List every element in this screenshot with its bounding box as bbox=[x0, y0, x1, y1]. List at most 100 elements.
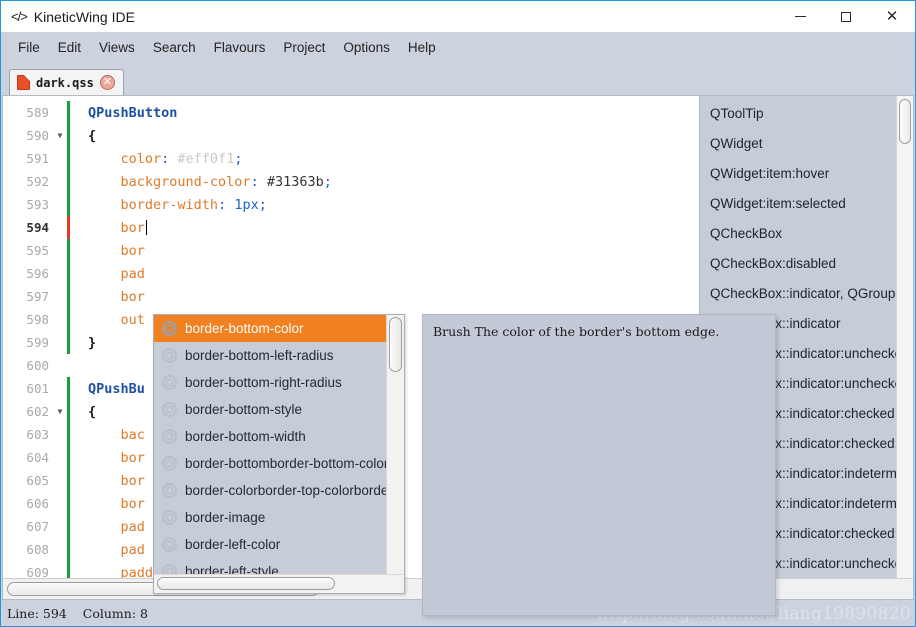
gear-icon bbox=[162, 537, 177, 552]
autocomplete-item-label: border-bottom-right-radius bbox=[185, 375, 342, 390]
line-number: 591 bbox=[26, 151, 49, 166]
menu-item-options[interactable]: Options bbox=[334, 37, 399, 58]
autocomplete-item-label: border-colorborder-top-colorborder bbox=[185, 483, 387, 498]
title-bar-left: </> KineticWing IDE bbox=[1, 9, 135, 25]
autocomplete-item[interactable]: border-image bbox=[154, 504, 387, 531]
autocomplete-horizontal-scrollbar[interactable] bbox=[154, 574, 404, 593]
menu-item-help[interactable]: Help bbox=[399, 37, 445, 58]
documentation-tooltip: Brush The color of the border's bottom e… bbox=[422, 314, 776, 616]
code-text: QPushButton bbox=[88, 104, 178, 121]
menu-bar: File Edit Views Search Flavours Project Option… bbox=[1, 32, 915, 63]
line-number: 599 bbox=[26, 335, 49, 350]
autocomplete-item[interactable]: border-bottom-width bbox=[154, 423, 387, 450]
autocomplete-vscroll-thumb[interactable] bbox=[389, 317, 402, 372]
selector-list-item[interactable]: QWidget:item:hover bbox=[700, 159, 897, 189]
line-number: 609 bbox=[26, 565, 49, 578]
change-marker bbox=[67, 354, 70, 377]
line-number: 601 bbox=[26, 381, 49, 396]
code-line: 591 color: #eff0f1; bbox=[3, 147, 699, 170]
gear-icon bbox=[162, 510, 177, 525]
selector-vertical-scrollbar[interactable] bbox=[896, 96, 913, 578]
selector-list-item[interactable]: QToolTip bbox=[700, 99, 897, 129]
code-line: 592 background-color: #31363b; bbox=[3, 170, 699, 193]
menu-item-project[interactable]: Project bbox=[274, 37, 334, 58]
code-text: pad bbox=[88, 518, 145, 535]
code-line: 589 QPushButton bbox=[3, 101, 699, 124]
autocomplete-vertical-scrollbar[interactable] bbox=[386, 315, 404, 574]
close-button[interactable]: ✕ bbox=[869, 1, 915, 32]
gear-icon bbox=[162, 564, 177, 574]
selector-list-item[interactable]: QCheckBox:disabled bbox=[700, 249, 897, 279]
code-line: 595 bor bbox=[3, 239, 699, 262]
gear-icon bbox=[162, 321, 177, 336]
editor-tab-dark-qss[interactable]: dark.qss ✕ bbox=[9, 69, 124, 95]
line-number: 602 bbox=[26, 404, 49, 419]
line-number: 594 bbox=[26, 220, 49, 235]
selector-list-item[interactable]: QWidget:item:selected bbox=[700, 189, 897, 219]
code-text: pad bbox=[88, 265, 145, 282]
autocomplete-item[interactable]: border-left-style bbox=[154, 558, 387, 574]
gear-icon bbox=[162, 402, 177, 417]
fold-marker-icon[interactable]: ▼ bbox=[53, 407, 67, 416]
text-caret bbox=[145, 219, 147, 235]
code-line: 596 pad bbox=[3, 262, 699, 285]
autocomplete-popup[interactable]: border-bottom-color border-bottom-left-ra… bbox=[153, 314, 405, 594]
autocomplete-item-label: border-left-style bbox=[185, 564, 279, 574]
menu-item-views[interactable]: Views bbox=[90, 37, 144, 58]
menu-item-file[interactable]: File bbox=[9, 37, 49, 58]
menu-item-search[interactable]: Search bbox=[144, 37, 205, 58]
autocomplete-item[interactable]: border-bottom-color bbox=[154, 315, 387, 342]
code-line: 594 bor bbox=[3, 216, 699, 239]
line-number: 603 bbox=[26, 427, 49, 442]
autocomplete-item[interactable]: border-colorborder-top-colorborder bbox=[154, 477, 387, 504]
minimize-button[interactable] bbox=[777, 1, 823, 32]
maximize-button[interactable] bbox=[823, 1, 869, 32]
code-line: 590 ▼ { bbox=[3, 124, 699, 147]
line-number: 597 bbox=[26, 289, 49, 304]
autocomplete-item[interactable]: border-bottom-left-radius bbox=[154, 342, 387, 369]
code-text: color: #eff0f1; bbox=[88, 150, 243, 167]
tab-bar: dark.qss ✕ bbox=[1, 63, 915, 95]
tab-label: dark.qss bbox=[36, 75, 94, 90]
fold-marker-icon[interactable]: ▼ bbox=[53, 131, 67, 140]
line-number: 604 bbox=[26, 450, 49, 465]
autocomplete-hscroll-thumb[interactable] bbox=[157, 577, 335, 590]
code-text: { bbox=[88, 127, 97, 144]
autocomplete-item[interactable]: border-bottom-style bbox=[154, 396, 387, 423]
autocomplete-item-label: border-image bbox=[185, 510, 266, 525]
autocomplete-item[interactable]: border-bottomborder-bottom-color bbox=[154, 450, 387, 477]
line-number: 590 bbox=[26, 128, 49, 143]
code-text: } bbox=[88, 334, 97, 351]
autocomplete-item-label: border-bottom-left-radius bbox=[185, 348, 334, 363]
menu-item-flavours[interactable]: Flavours bbox=[205, 37, 275, 58]
code-text: QPushBu bbox=[88, 380, 145, 397]
code-text: pad bbox=[88, 541, 145, 558]
line-number: 608 bbox=[26, 542, 49, 557]
autocomplete-item-label: border-bottom-width bbox=[185, 429, 306, 444]
tab-close-icon[interactable]: ✕ bbox=[99, 75, 115, 90]
selector-list-item[interactable]: QCheckBox bbox=[700, 219, 897, 249]
menu-item-edit[interactable]: Edit bbox=[49, 37, 90, 58]
status-column-indicator: Column: 8 bbox=[82, 605, 148, 621]
code-line: 597 bor bbox=[3, 285, 699, 308]
code-text: border-width: 1px; bbox=[88, 196, 267, 213]
line-number: 593 bbox=[26, 197, 49, 212]
code-text: out bbox=[88, 311, 145, 328]
code-text: bor bbox=[70, 219, 147, 236]
code-text: bor bbox=[88, 288, 145, 305]
code-text: bor bbox=[88, 449, 145, 466]
autocomplete-list[interactable]: border-bottom-color border-bottom-left-ra… bbox=[154, 315, 404, 574]
code-text: bac bbox=[88, 426, 145, 443]
status-line-indicator: Line: 594 bbox=[7, 605, 67, 621]
selector-list-item[interactable]: QCheckBox::indicator, QGroupBox bbox=[700, 279, 897, 309]
line-number: 607 bbox=[26, 519, 49, 534]
window-controls: ✕ bbox=[777, 1, 915, 32]
autocomplete-item[interactable]: border-left-color bbox=[154, 531, 387, 558]
code-line: 593 border-width: 1px; bbox=[3, 193, 699, 216]
line-number: 598 bbox=[26, 312, 49, 327]
selector-vscroll-thumb[interactable] bbox=[899, 99, 911, 144]
documentation-tooltip-text: Brush The color of the border's bottom e… bbox=[433, 324, 720, 339]
autocomplete-item[interactable]: border-bottom-right-radius bbox=[154, 369, 387, 396]
selector-list-item[interactable]: QWidget bbox=[700, 129, 897, 159]
code-text: bor bbox=[88, 495, 145, 512]
